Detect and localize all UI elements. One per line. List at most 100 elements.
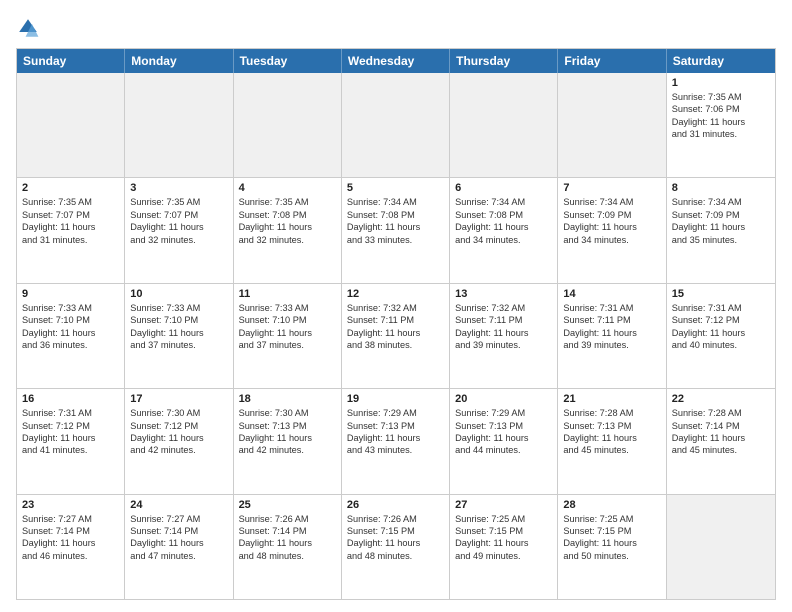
cell-info-line: Daylight: 11 hours: [672, 432, 770, 444]
calendar-cell-4-4: 27Sunrise: 7:25 AMSunset: 7:15 PMDayligh…: [450, 495, 558, 599]
cell-info-line: Sunset: 7:12 PM: [22, 420, 119, 432]
cell-info-line: and 34 minutes.: [455, 234, 552, 246]
cell-info-line: Sunset: 7:13 PM: [563, 420, 660, 432]
calendar-row-2: 9Sunrise: 7:33 AMSunset: 7:10 PMDaylight…: [17, 284, 775, 389]
header-day-friday: Friday: [558, 49, 666, 73]
calendar-cell-4-0: 23 Sunrise: 7:27 AMSunset: 7:14 PMDayligh…: [17, 495, 125, 599]
calendar-cell-3-5: 21Sunrise: 7:28 AMSunset: 7:13 PMDayligh…: [558, 389, 666, 493]
calendar-row-3: 16Sunrise: 7:31 AMSunset: 7:12 PMDayligh…: [17, 389, 775, 494]
cell-info-line: Sunrise: 7:33 AM: [22, 302, 119, 314]
header-day-thursday: Thursday: [450, 49, 558, 73]
cell-info-line: Sunset: 7:12 PM: [672, 314, 770, 326]
day-number: 9: [22, 288, 119, 300]
calendar-cell-0-4: [450, 73, 558, 177]
cell-info-line: and 47 minutes.: [130, 550, 227, 562]
cell-info-line: Sunrise: 7:29 AM: [347, 407, 444, 419]
calendar-cell-2-2: 11Sunrise: 7:33 AMSunset: 7:10 PMDayligh…: [234, 284, 342, 388]
cell-info-line: Sunrise: 7:35 AM: [22, 196, 119, 208]
cell-info-line: and 38 minutes.: [347, 339, 444, 351]
calendar-row-0: 1Sunrise: 7:35 AMSunset: 7:06 PMDaylight…: [17, 73, 775, 178]
cell-info-line: Sunset: 7:15 PM: [455, 525, 552, 537]
day-number: 24: [130, 499, 227, 511]
cell-info-line: Sunrise: 7:31 AM: [563, 302, 660, 314]
cell-info-line: Sunrise: 7:34 AM: [563, 196, 660, 208]
header-day-saturday: Saturday: [667, 49, 775, 73]
calendar-cell-0-2: [234, 73, 342, 177]
cell-info-line: and 50 minutes.: [563, 550, 660, 562]
cell-info-line: Daylight: 11 hours: [239, 432, 336, 444]
calendar: SundayMondayTuesdayWednesdayThursdayFrid…: [16, 48, 776, 600]
cell-info-line: and 44 minutes.: [455, 444, 552, 456]
cell-info-line: Daylight: 11 hours: [672, 221, 770, 233]
cell-info-line: Daylight: 11 hours: [455, 221, 552, 233]
cell-info-line: and 45 minutes.: [563, 444, 660, 456]
cell-info-line: Daylight: 11 hours: [455, 327, 552, 339]
cell-info-line: Sunrise: 7:35 AM: [130, 196, 227, 208]
cell-info-line: Sunset: 7:07 PM: [22, 209, 119, 221]
header-day-wednesday: Wednesday: [342, 49, 450, 73]
cell-info-line: Sunrise: 7:27 AM: [22, 513, 119, 525]
cell-info-line: Sunset: 7:06 PM: [672, 103, 770, 115]
cell-info-line: and 42 minutes.: [239, 444, 336, 456]
cell-info-line: Daylight: 11 hours: [563, 537, 660, 549]
cell-info-line: Daylight: 11 hours: [22, 537, 119, 549]
cell-info-line: Daylight: 11 hours: [130, 221, 227, 233]
cell-info-line: Sunset: 7:14 PM: [22, 525, 119, 537]
calendar-cell-3-0: 16Sunrise: 7:31 AMSunset: 7:12 PMDayligh…: [17, 389, 125, 493]
cell-info-line: Sunrise: 7:34 AM: [672, 196, 770, 208]
calendar-cell-4-5: 28Sunrise: 7:25 AMSunset: 7:15 PMDayligh…: [558, 495, 666, 599]
cell-info-line: Daylight: 11 hours: [347, 432, 444, 444]
cell-info-line: Sunrise: 7:25 AM: [563, 513, 660, 525]
cell-info-line: Sunrise: 7:25 AM: [455, 513, 552, 525]
header-day-tuesday: Tuesday: [234, 49, 342, 73]
calendar-cell-3-2: 18Sunrise: 7:30 AMSunset: 7:13 PMDayligh…: [234, 389, 342, 493]
cell-info-line: and 32 minutes.: [239, 234, 336, 246]
cell-info-line: Daylight: 11 hours: [130, 537, 227, 549]
cell-info-line: Sunrise: 7:31 AM: [22, 407, 119, 419]
header-day-sunday: Sunday: [17, 49, 125, 73]
cell-info-line: Sunset: 7:15 PM: [563, 525, 660, 537]
cell-info-line: Daylight: 11 hours: [239, 537, 336, 549]
cell-info-line: and 42 minutes.: [130, 444, 227, 456]
cell-info-line: Daylight: 11 hours: [347, 221, 444, 233]
cell-info-line: and 41 minutes.: [22, 444, 119, 456]
cell-info-line: Sunrise: 7:26 AM: [239, 513, 336, 525]
cell-info-line: Sunset: 7:08 PM: [347, 209, 444, 221]
day-number: 25: [239, 499, 336, 511]
cell-info-line: and 37 minutes.: [239, 339, 336, 351]
cell-info-line: Daylight: 11 hours: [130, 432, 227, 444]
calendar-cell-1-5: 7Sunrise: 7:34 AMSunset: 7:09 PMDaylight…: [558, 178, 666, 282]
calendar-cell-2-3: 12Sunrise: 7:32 AMSunset: 7:11 PMDayligh…: [342, 284, 450, 388]
cell-info-line: and 39 minutes.: [455, 339, 552, 351]
cell-info-line: Daylight: 11 hours: [239, 221, 336, 233]
cell-info-line: Sunrise: 7:34 AM: [347, 196, 444, 208]
calendar-row-1: 2Sunrise: 7:35 AMSunset: 7:07 PMDaylight…: [17, 178, 775, 283]
cell-info-line: Sunrise: 7:33 AM: [239, 302, 336, 314]
calendar-cell-3-3: 19Sunrise: 7:29 AMSunset: 7:13 PMDayligh…: [342, 389, 450, 493]
cell-info-line: Sunset: 7:13 PM: [239, 420, 336, 432]
cell-info-line: Daylight: 11 hours: [22, 327, 119, 339]
day-number: 11: [239, 288, 336, 300]
cell-info-line: Sunrise: 7:32 AM: [347, 302, 444, 314]
cell-info-line: and 31 minutes.: [672, 128, 770, 140]
day-number: 26: [347, 499, 444, 511]
day-number: 15: [672, 288, 770, 300]
cell-info-line: Sunset: 7:14 PM: [239, 525, 336, 537]
cell-info-line: and 45 minutes.: [672, 444, 770, 456]
calendar-cell-0-6: 1Sunrise: 7:35 AMSunset: 7:06 PMDaylight…: [667, 73, 775, 177]
day-number: 8: [672, 182, 770, 194]
cell-info-line: and 39 minutes.: [563, 339, 660, 351]
day-number: 12: [347, 288, 444, 300]
cell-info-line: and 33 minutes.: [347, 234, 444, 246]
cell-info-line: Daylight: 11 hours: [130, 327, 227, 339]
day-number: 23: [22, 499, 119, 511]
cell-info-line: Sunset: 7:08 PM: [239, 209, 336, 221]
calendar-cell-2-0: 9Sunrise: 7:33 AMSunset: 7:10 PMDaylight…: [17, 284, 125, 388]
cell-info-line: Sunrise: 7:30 AM: [130, 407, 227, 419]
cell-info-line: Daylight: 11 hours: [347, 537, 444, 549]
cell-info-line: Daylight: 11 hours: [455, 537, 552, 549]
cell-info-line: and 46 minutes.: [22, 550, 119, 562]
cell-info-line: Sunset: 7:11 PM: [455, 314, 552, 326]
calendar-cell-1-3: 5Sunrise: 7:34 AMSunset: 7:08 PMDaylight…: [342, 178, 450, 282]
calendar-cell-2-5: 14Sunrise: 7:31 AMSunset: 7:11 PMDayligh…: [558, 284, 666, 388]
